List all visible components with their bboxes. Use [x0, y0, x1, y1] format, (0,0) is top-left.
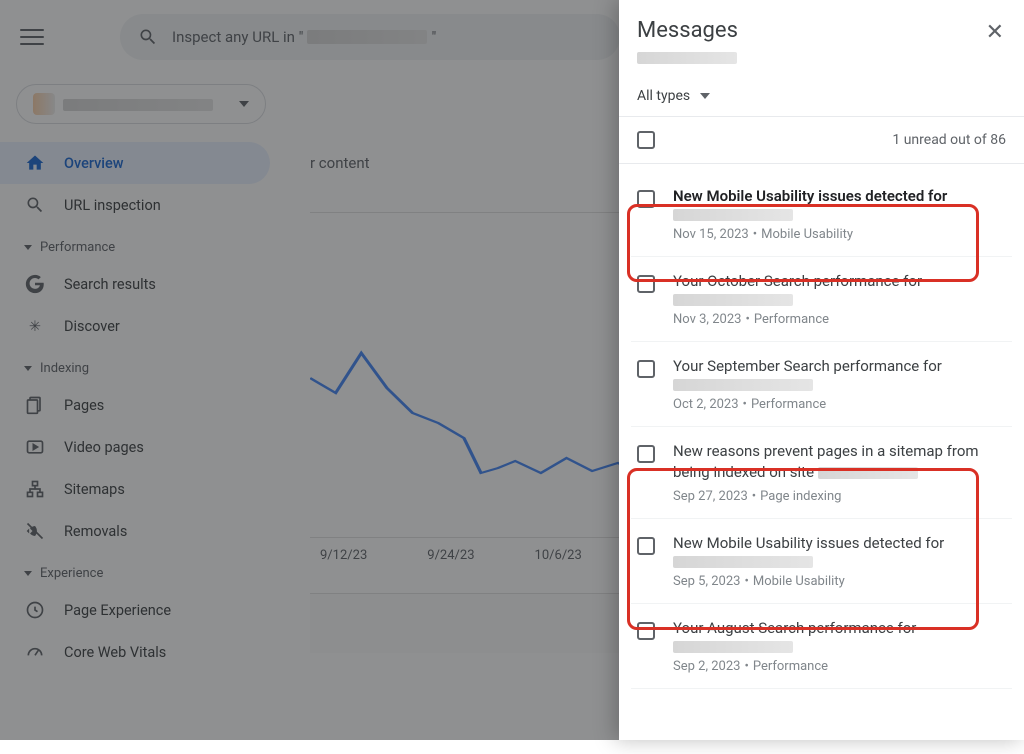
chevron-down-icon: [700, 93, 710, 99]
message-title: Your September Search performance for: [673, 356, 1006, 391]
messages-list: New Mobile Usability issues detected for…: [619, 164, 1024, 740]
message-title: Your August Search performance for: [673, 618, 1006, 653]
messages-panel: Messages ✕ All types 1 unread out of 86 …: [619, 0, 1024, 740]
message-item[interactable]: New reasons prevent pages in a sitemap f…: [631, 427, 1012, 519]
message-checkbox[interactable]: [637, 190, 655, 208]
message-meta: Sep 2, 2023•Performance: [673, 659, 1006, 674]
message-checkbox[interactable]: [637, 275, 655, 293]
message-checkbox[interactable]: [637, 445, 655, 463]
message-title: New Mobile Usability issues detected for: [673, 186, 1006, 221]
message-title: New reasons prevent pages in a sitemap f…: [673, 441, 1006, 483]
message-item[interactable]: New Mobile Usability issues detected for…: [631, 519, 1012, 604]
message-item[interactable]: Your September Search performance for Oc…: [631, 342, 1012, 427]
panel-header: Messages ✕: [619, 0, 1024, 76]
message-title: New Mobile Usability issues detected for: [673, 533, 1006, 568]
message-meta: Sep 5, 2023•Mobile Usability: [673, 574, 1006, 589]
select-all-checkbox[interactable]: [637, 131, 655, 149]
filter-label: All types: [637, 88, 690, 104]
message-item[interactable]: New Mobile Usability issues detected for…: [631, 172, 1012, 257]
message-checkbox[interactable]: [637, 537, 655, 555]
panel-subtitle: [637, 47, 738, 66]
message-checkbox[interactable]: [637, 622, 655, 640]
close-icon[interactable]: ✕: [984, 18, 1006, 47]
message-item[interactable]: Your August Search performance for Sep 2…: [631, 604, 1012, 689]
message-checkbox[interactable]: [637, 360, 655, 378]
message-meta: Oct 2, 2023•Performance: [673, 397, 1006, 412]
panel-title: Messages: [637, 18, 738, 43]
message-meta: Nov 15, 2023•Mobile Usability: [673, 227, 1006, 242]
message-meta: Nov 3, 2023•Performance: [673, 312, 1006, 327]
filter-dropdown[interactable]: All types: [619, 76, 1024, 116]
message-meta: Sep 27, 2023•Page indexing: [673, 489, 1006, 504]
unread-count: 1 unread out of 86: [892, 132, 1006, 148]
message-item[interactable]: Your October Search performance for Nov …: [631, 257, 1012, 342]
select-all-row: 1 unread out of 86: [619, 117, 1024, 163]
message-title: Your October Search performance for: [673, 271, 1006, 306]
